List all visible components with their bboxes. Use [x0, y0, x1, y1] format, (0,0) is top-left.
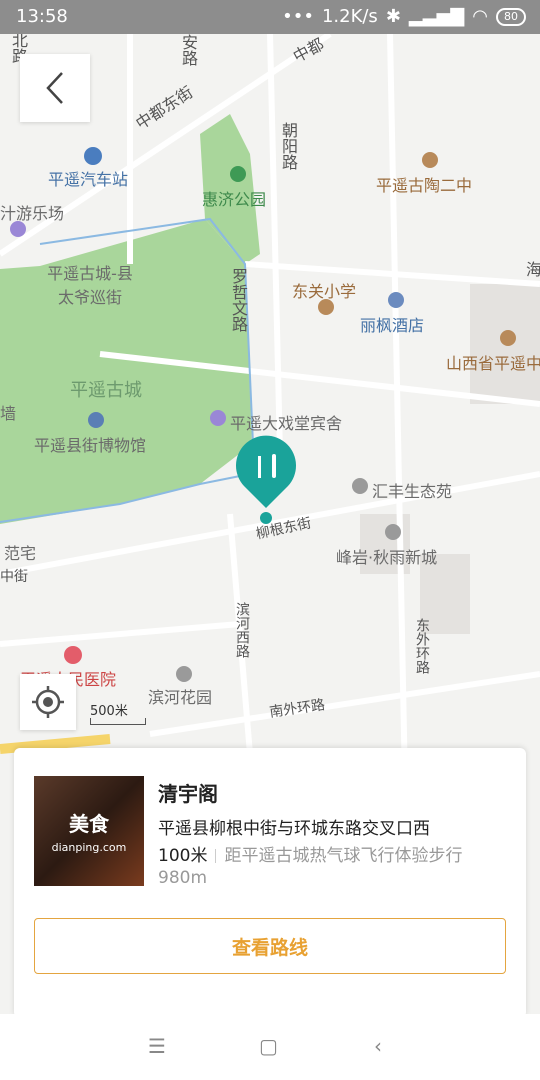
separator: [215, 849, 217, 863]
signal-icon: ▂▃▅▇: [408, 6, 465, 27]
map-label: 罗哲文路: [229, 268, 248, 332]
map-label: 东外环路: [414, 618, 430, 674]
map-scale-bar: [90, 718, 146, 725]
status-bar: 13:58 ••• 1.2K/s ✱ ▂▃▅▇ ◠ 80: [0, 0, 540, 34]
map-label: 朝阳路: [279, 122, 298, 170]
poi-distance-from: 距平遥古城热气球飞行体验步行: [224, 846, 463, 866]
map-poi-label[interactable]: 平遥大戏堂宾舍: [230, 410, 342, 434]
map-label: 墙: [0, 404, 17, 423]
bluetooth-icon: ✱: [385, 6, 401, 27]
back-button[interactable]: [20, 54, 90, 122]
map-label: 中街: [0, 569, 28, 585]
amusement-icon: [10, 221, 26, 237]
menu-icon[interactable]: ☰: [148, 1034, 166, 1058]
crosshair-icon: [32, 686, 64, 718]
school-icon: [500, 330, 516, 346]
home-icon[interactable]: ▢: [259, 1034, 278, 1058]
map-area-label: 平遥古城: [70, 380, 142, 401]
map-poi-label[interactable]: 滨河花园: [148, 684, 212, 708]
restaurant-marker: [236, 435, 296, 524]
map-poi-label[interactable]: 平遥古城-县太爷巡街: [40, 260, 140, 308]
school-icon: [318, 299, 334, 315]
poi-address: 平遥县柳根中街与环城东路交叉口西: [158, 819, 430, 839]
poi-thumbnail[interactable]: 美食 dianping.com: [34, 776, 144, 886]
back-nav-icon[interactable]: ‹: [374, 1034, 382, 1058]
thumbnail-source: dianping.com: [51, 841, 127, 854]
map-poi-label[interactable]: 峰岩·秋雨新城: [336, 544, 437, 568]
museum-icon: [88, 412, 104, 428]
locate-button[interactable]: [20, 674, 76, 730]
hospital-icon: [64, 646, 82, 664]
park-icon: [230, 166, 246, 182]
view-route-button[interactable]: 查看路线: [34, 918, 506, 974]
network-speed: 1.2K/s: [321, 6, 378, 27]
map-poi-label[interactable]: 范宅: [4, 540, 36, 564]
poi-distance-from-value: 980m: [158, 868, 208, 888]
map-label: 滨河西路: [234, 602, 250, 658]
hotel-icon: [388, 292, 404, 308]
chevron-left-icon: [46, 72, 63, 104]
house-icon: [176, 666, 192, 682]
thumbnail-title: 美食: [69, 812, 109, 836]
notification-dots: •••: [282, 6, 314, 27]
map-poi-label[interactable]: 平遥古陶二中: [376, 172, 472, 196]
theatre-icon: [210, 410, 226, 426]
map-label: 海: [526, 260, 540, 279]
status-time: 13:58: [16, 6, 68, 27]
poi-distance-row: 100米 距平遥古城热气球飞行体验步行: [158, 841, 462, 866]
map-poi-label[interactable]: 汁游乐场: [0, 200, 64, 224]
wifi-icon: ◠: [472, 6, 488, 27]
poi-name: 清宇阁: [158, 782, 218, 806]
house-icon: [352, 478, 368, 494]
map-poi-label[interactable]: 惠济公园: [202, 186, 266, 210]
school-icon: [422, 152, 438, 168]
battery-icon: 80: [496, 7, 526, 26]
map-scale-label: 500米: [90, 704, 128, 719]
map-poi-label[interactable]: 平遥县街博物馆: [34, 432, 146, 456]
map-label: 安路: [179, 34, 198, 66]
status-icons: ••• 1.2K/s ✱ ▂▃▅▇ ◠ 80: [282, 6, 526, 27]
map-poi-label[interactable]: 丽枫酒店: [360, 312, 424, 336]
house-icon: [385, 524, 401, 540]
poi-detail-card[interactable]: 美食 dianping.com 清宇阁 平遥县柳根中街与环城东路交叉口西 100…: [14, 748, 526, 1018]
map-poi-label[interactable]: 平遥汽车站: [48, 166, 128, 190]
poi-distance: 100米: [158, 846, 208, 866]
map-poi-label[interactable]: 山西省平遥中: [446, 350, 540, 374]
system-nav-bar: ☰ ▢ ‹: [0, 1014, 540, 1080]
bus-station-icon: [84, 147, 102, 165]
map-poi-label[interactable]: 汇丰生态苑: [372, 478, 452, 502]
